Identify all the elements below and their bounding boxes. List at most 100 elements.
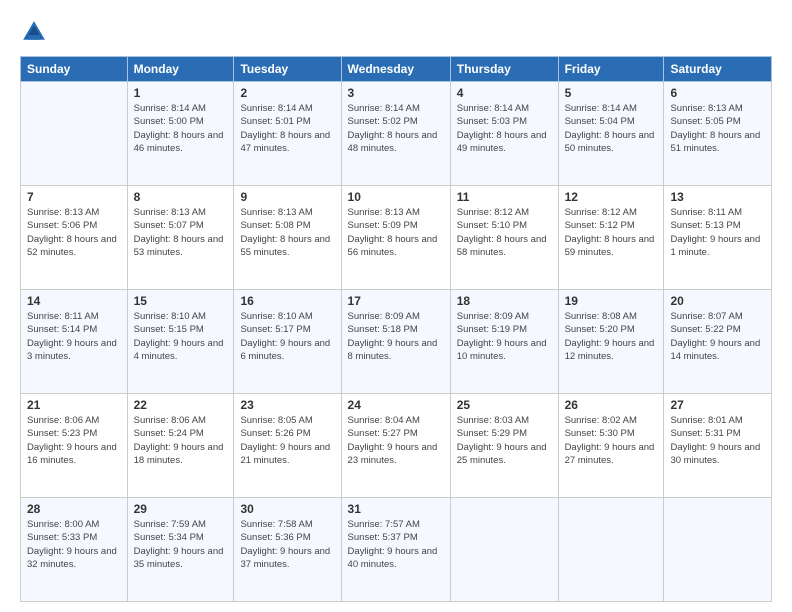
day-info: Sunrise: 7:57 AM Sunset: 5:37 PM Dayligh… xyxy=(348,518,444,571)
day-cell: 2Sunrise: 8:14 AM Sunset: 5:01 PM Daylig… xyxy=(234,82,341,186)
day-info: Sunrise: 8:14 AM Sunset: 5:01 PM Dayligh… xyxy=(240,102,334,155)
day-number: 31 xyxy=(348,502,444,516)
day-number: 21 xyxy=(27,398,121,412)
day-cell: 20 Sunrise: 8:07 AM Sunset: 5:22 PM Dayli… xyxy=(664,290,772,394)
day-info: Sunrise: 8:13 AM Sunset: 5:06 PM Dayligh… xyxy=(27,206,121,259)
day-info: Sunrise: 8:01 AM Sunset: 5:31 PM Dayligh… xyxy=(670,414,765,467)
day-number: 22 xyxy=(134,398,228,412)
day-number: 27 xyxy=(670,398,765,412)
day-cell: 22Sunrise: 8:06 AM Sunset: 5:24 PM Dayli… xyxy=(127,394,234,498)
day-info: Sunrise: 8:14 AM Sunset: 5:00 PM Dayligh… xyxy=(134,102,228,155)
day-cell: 7 Sunrise: 8:13 AM Sunset: 5:06 PM Daylig… xyxy=(21,186,128,290)
day-info: Sunrise: 8:14 AM Sunset: 5:02 PM Dayligh… xyxy=(348,102,444,155)
day-number: 28 xyxy=(27,502,121,516)
day-info: Sunrise: 8:13 AM Sunset: 5:05 PM Dayligh… xyxy=(670,102,765,155)
day-info: Sunrise: 8:14 AM Sunset: 5:04 PM Dayligh… xyxy=(565,102,658,155)
day-number: 12 xyxy=(565,190,658,204)
day-cell: 17 Sunrise: 8:09 AM Sunset: 5:18 PM Dayli… xyxy=(341,290,450,394)
day-cell: 12 Sunrise: 8:12 AM Sunset: 5:12 PM Dayli… xyxy=(558,186,664,290)
header xyxy=(20,18,772,46)
day-cell: 25Sunrise: 8:03 AM Sunset: 5:29 PM Dayli… xyxy=(450,394,558,498)
week-row-5: 28 Sunrise: 8:00 AM Sunset: 5:33 PM Dayli… xyxy=(21,498,772,602)
day-info: Sunrise: 7:58 AM Sunset: 5:36 PM Dayligh… xyxy=(240,518,334,571)
day-number: 29 xyxy=(134,502,228,516)
logo xyxy=(20,18,52,46)
day-cell: 14 Sunrise: 8:11 AM Sunset: 5:14 PM Dayli… xyxy=(21,290,128,394)
logo-icon xyxy=(20,18,48,46)
day-info: Sunrise: 8:13 AM Sunset: 5:09 PM Dayligh… xyxy=(348,206,444,259)
day-cell: 15 Sunrise: 8:10 AM Sunset: 5:15 PM Dayli… xyxy=(127,290,234,394)
day-info: Sunrise: 8:11 AM Sunset: 5:13 PM Dayligh… xyxy=(670,206,765,259)
day-info: Sunrise: 8:06 AM Sunset: 5:23 PM Dayligh… xyxy=(27,414,121,467)
page: SundayMondayTuesdayWednesdayThursdayFrid… xyxy=(0,0,792,612)
day-cell: 5Sunrise: 8:14 AM Sunset: 5:04 PM Daylig… xyxy=(558,82,664,186)
day-number: 3 xyxy=(348,86,444,100)
day-info: Sunrise: 8:04 AM Sunset: 5:27 PM Dayligh… xyxy=(348,414,444,467)
header-row: SundayMondayTuesdayWednesdayThursdayFrid… xyxy=(21,57,772,82)
day-info: Sunrise: 8:09 AM Sunset: 5:18 PM Dayligh… xyxy=(348,310,444,363)
header-day-wednesday: Wednesday xyxy=(341,57,450,82)
day-info: Sunrise: 8:13 AM Sunset: 5:08 PM Dayligh… xyxy=(240,206,334,259)
day-cell: 4Sunrise: 8:14 AM Sunset: 5:03 PM Daylig… xyxy=(450,82,558,186)
day-number: 6 xyxy=(670,86,765,100)
day-cell: 27 Sunrise: 8:01 AM Sunset: 5:31 PM Dayli… xyxy=(664,394,772,498)
day-cell: 24 Sunrise: 8:04 AM Sunset: 5:27 PM Dayli… xyxy=(341,394,450,498)
day-number: 16 xyxy=(240,294,334,308)
day-info: Sunrise: 8:10 AM Sunset: 5:17 PM Dayligh… xyxy=(240,310,334,363)
day-cell: 29 Sunrise: 7:59 AM Sunset: 5:34 PM Dayli… xyxy=(127,498,234,602)
week-row-1: 1 Sunrise: 8:14 AM Sunset: 5:00 PM Daylig… xyxy=(21,82,772,186)
day-number: 15 xyxy=(134,294,228,308)
day-cell xyxy=(450,498,558,602)
week-row-3: 14 Sunrise: 8:11 AM Sunset: 5:14 PM Dayli… xyxy=(21,290,772,394)
day-cell: 31 Sunrise: 7:57 AM Sunset: 5:37 PM Dayli… xyxy=(341,498,450,602)
calendar-table: SundayMondayTuesdayWednesdayThursdayFrid… xyxy=(20,56,772,602)
day-cell xyxy=(558,498,664,602)
day-info: Sunrise: 8:14 AM Sunset: 5:03 PM Dayligh… xyxy=(457,102,552,155)
day-cell xyxy=(664,498,772,602)
header-day-friday: Friday xyxy=(558,57,664,82)
day-info: Sunrise: 8:05 AM Sunset: 5:26 PM Dayligh… xyxy=(240,414,334,467)
header-day-tuesday: Tuesday xyxy=(234,57,341,82)
week-row-2: 7 Sunrise: 8:13 AM Sunset: 5:06 PM Daylig… xyxy=(21,186,772,290)
day-number: 24 xyxy=(348,398,444,412)
day-cell: 8 Sunrise: 8:13 AM Sunset: 5:07 PM Daylig… xyxy=(127,186,234,290)
header-day-saturday: Saturday xyxy=(664,57,772,82)
day-cell: 30Sunrise: 7:58 AM Sunset: 5:36 PM Dayli… xyxy=(234,498,341,602)
day-cell: 3 Sunrise: 8:14 AM Sunset: 5:02 PM Daylig… xyxy=(341,82,450,186)
day-cell xyxy=(21,82,128,186)
day-number: 26 xyxy=(565,398,658,412)
header-day-sunday: Sunday xyxy=(21,57,128,82)
day-info: Sunrise: 7:59 AM Sunset: 5:34 PM Dayligh… xyxy=(134,518,228,571)
day-info: Sunrise: 8:09 AM Sunset: 5:19 PM Dayligh… xyxy=(457,310,552,363)
day-cell: 6 Sunrise: 8:13 AM Sunset: 5:05 PM Daylig… xyxy=(664,82,772,186)
day-info: Sunrise: 8:10 AM Sunset: 5:15 PM Dayligh… xyxy=(134,310,228,363)
day-number: 25 xyxy=(457,398,552,412)
day-number: 10 xyxy=(348,190,444,204)
day-number: 9 xyxy=(240,190,334,204)
day-cell: 19Sunrise: 8:08 AM Sunset: 5:20 PM Dayli… xyxy=(558,290,664,394)
day-cell: 11Sunrise: 8:12 AM Sunset: 5:10 PM Dayli… xyxy=(450,186,558,290)
day-number: 14 xyxy=(27,294,121,308)
day-cell: 23 Sunrise: 8:05 AM Sunset: 5:26 PM Dayli… xyxy=(234,394,341,498)
day-number: 11 xyxy=(457,190,552,204)
day-number: 13 xyxy=(670,190,765,204)
day-cell: 16 Sunrise: 8:10 AM Sunset: 5:17 PM Dayli… xyxy=(234,290,341,394)
day-number: 7 xyxy=(27,190,121,204)
day-number: 23 xyxy=(240,398,334,412)
day-info: Sunrise: 8:00 AM Sunset: 5:33 PM Dayligh… xyxy=(27,518,121,571)
day-info: Sunrise: 8:11 AM Sunset: 5:14 PM Dayligh… xyxy=(27,310,121,363)
day-info: Sunrise: 8:07 AM Sunset: 5:22 PM Dayligh… xyxy=(670,310,765,363)
day-info: Sunrise: 8:12 AM Sunset: 5:12 PM Dayligh… xyxy=(565,206,658,259)
day-cell: 9 Sunrise: 8:13 AM Sunset: 5:08 PM Daylig… xyxy=(234,186,341,290)
day-info: Sunrise: 8:13 AM Sunset: 5:07 PM Dayligh… xyxy=(134,206,228,259)
day-number: 8 xyxy=(134,190,228,204)
day-cell: 26Sunrise: 8:02 AM Sunset: 5:30 PM Dayli… xyxy=(558,394,664,498)
day-number: 1 xyxy=(134,86,228,100)
day-cell: 10 Sunrise: 8:13 AM Sunset: 5:09 PM Dayli… xyxy=(341,186,450,290)
day-cell: 28 Sunrise: 8:00 AM Sunset: 5:33 PM Dayli… xyxy=(21,498,128,602)
day-info: Sunrise: 8:08 AM Sunset: 5:20 PM Dayligh… xyxy=(565,310,658,363)
day-number: 20 xyxy=(670,294,765,308)
header-day-monday: Monday xyxy=(127,57,234,82)
day-number: 17 xyxy=(348,294,444,308)
day-cell: 13 Sunrise: 8:11 AM Sunset: 5:13 PM Dayli… xyxy=(664,186,772,290)
